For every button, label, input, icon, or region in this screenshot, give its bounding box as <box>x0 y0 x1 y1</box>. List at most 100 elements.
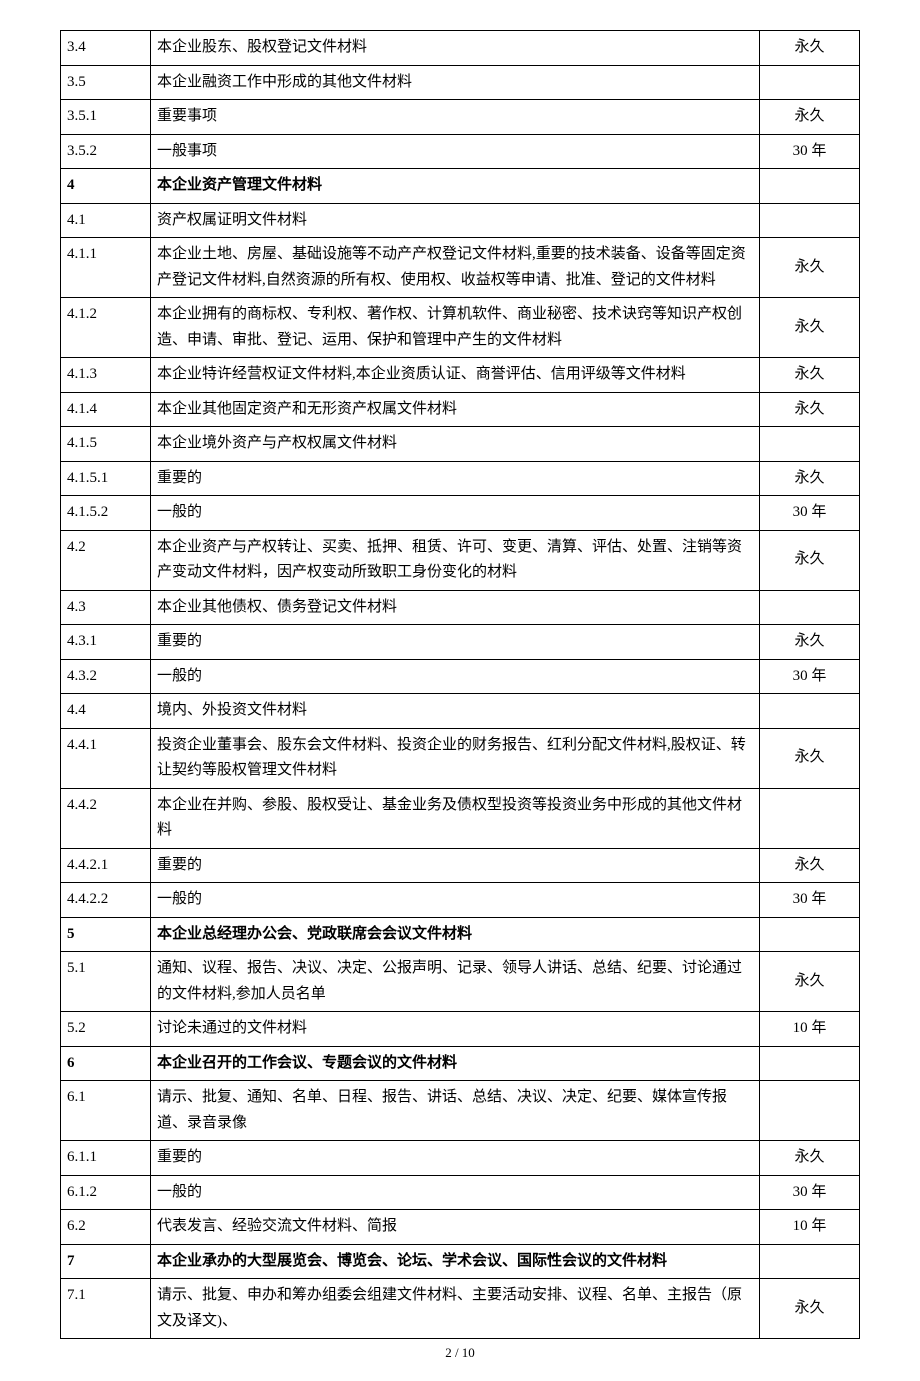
cell-description: 一般的 <box>151 496 760 531</box>
cell-number: 4.1 <box>61 203 151 238</box>
cell-description: 本企业特许经营权证文件材料,本企业资质认证、商誉评估、信用评级等文件材料 <box>151 358 760 393</box>
cell-retention: 永久 <box>760 461 860 496</box>
cell-description: 投资企业董事会、股东会文件材料、投资企业的财务报告、红利分配文件材料,股权证、转… <box>151 728 760 788</box>
cell-number: 4.3.1 <box>61 625 151 660</box>
cell-number: 6.2 <box>61 1210 151 1245</box>
cell-retention <box>760 65 860 100</box>
cell-number: 5.1 <box>61 952 151 1012</box>
table-row: 4.4.1投资企业董事会、股东会文件材料、投资企业的财务报告、红利分配文件材料,… <box>61 728 860 788</box>
cell-retention: 永久 <box>760 100 860 135</box>
cell-number: 3.5.1 <box>61 100 151 135</box>
table-row: 6本企业召开的工作会议、专题会议的文件材料 <box>61 1046 860 1081</box>
cell-description: 本企业融资工作中形成的其他文件材料 <box>151 65 760 100</box>
cell-description: 请示、批复、申办和筹办组委会组建文件材料、主要活动安排、议程、名单、主报告（原文… <box>151 1279 760 1339</box>
cell-retention <box>760 1046 860 1081</box>
table-row: 4.1.5本企业境外资产与产权权属文件材料 <box>61 427 860 462</box>
cell-retention: 永久 <box>760 625 860 660</box>
cell-description: 本企业资产与产权转让、买卖、抵押、租赁、许可、变更、清算、评估、处置、注销等资产… <box>151 530 760 590</box>
cell-number: 6.1 <box>61 1081 151 1141</box>
cell-retention: 30 年 <box>760 1175 860 1210</box>
cell-retention: 永久 <box>760 848 860 883</box>
cell-number: 7 <box>61 1244 151 1279</box>
cell-retention: 永久 <box>760 238 860 298</box>
table-row: 3.5.2一般事项30 年 <box>61 134 860 169</box>
cell-number: 4.4.2.1 <box>61 848 151 883</box>
cell-retention: 10 年 <box>760 1210 860 1245</box>
table-row: 5本企业总经理办公会、党政联席会会议文件材料 <box>61 917 860 952</box>
table-row: 7.1请示、批复、申办和筹办组委会组建文件材料、主要活动安排、议程、名单、主报告… <box>61 1279 860 1339</box>
cell-number: 3.4 <box>61 31 151 66</box>
cell-retention <box>760 203 860 238</box>
cell-description: 代表发言、经验交流文件材料、简报 <box>151 1210 760 1245</box>
cell-number: 4.4.2.2 <box>61 883 151 918</box>
cell-number: 7.1 <box>61 1279 151 1339</box>
cell-description: 一般的 <box>151 659 760 694</box>
cell-number: 4.4 <box>61 694 151 729</box>
cell-description: 本企业承办的大型展览会、博览会、论坛、学术会议、国际性会议的文件材料 <box>151 1244 760 1279</box>
cell-retention <box>760 1081 860 1141</box>
cell-number: 3.5 <box>61 65 151 100</box>
cell-description: 请示、批复、通知、名单、日程、报告、讲话、总结、决议、决定、纪要、媒体宣传报道、… <box>151 1081 760 1141</box>
table-row: 4.1.2本企业拥有的商标权、专利权、著作权、计算机软件、商业秘密、技术诀窍等知… <box>61 298 860 358</box>
cell-retention: 永久 <box>760 952 860 1012</box>
table-row: 4.4.2本企业在并购、参股、股权受让、基金业务及债权型投资等投资业务中形成的其… <box>61 788 860 848</box>
cell-retention <box>760 169 860 204</box>
cell-description: 本企业土地、房屋、基础设施等不动产产权登记文件材料,重要的技术装备、设备等固定资… <box>151 238 760 298</box>
table-row: 6.1.1重要的永久 <box>61 1141 860 1176</box>
cell-description: 重要的 <box>151 625 760 660</box>
cell-number: 4.3.2 <box>61 659 151 694</box>
cell-number: 5 <box>61 917 151 952</box>
table-row: 4.3.2一般的30 年 <box>61 659 860 694</box>
cell-description: 通知、议程、报告、决议、决定、公报声明、记录、领导人讲话、总结、纪要、讨论通过的… <box>151 952 760 1012</box>
table-row: 4.4.2.2一般的30 年 <box>61 883 860 918</box>
table-row: 4.3本企业其他债权、债务登记文件材料 <box>61 590 860 625</box>
cell-description: 重要事项 <box>151 100 760 135</box>
cell-description: 本企业股东、股权登记文件材料 <box>151 31 760 66</box>
cell-retention: 30 年 <box>760 883 860 918</box>
cell-retention: 永久 <box>760 358 860 393</box>
cell-retention <box>760 1244 860 1279</box>
table-row: 5.2讨论未通过的文件材料10 年 <box>61 1012 860 1047</box>
cell-description: 资产权属证明文件材料 <box>151 203 760 238</box>
cell-description: 讨论未通过的文件材料 <box>151 1012 760 1047</box>
cell-description: 重要的 <box>151 461 760 496</box>
cell-number: 6 <box>61 1046 151 1081</box>
cell-description: 本企业总经理办公会、党政联席会会议文件材料 <box>151 917 760 952</box>
cell-description: 境内、外投资文件材料 <box>151 694 760 729</box>
cell-number: 4.4.1 <box>61 728 151 788</box>
cell-retention: 30 年 <box>760 134 860 169</box>
cell-number: 4.1.5 <box>61 427 151 462</box>
cell-description: 本企业在并购、参股、股权受让、基金业务及债权型投资等投资业务中形成的其他文件材料 <box>151 788 760 848</box>
cell-number: 4.1.5.2 <box>61 496 151 531</box>
cell-description: 一般的 <box>151 1175 760 1210</box>
table-row: 4.1.5.2一般的30 年 <box>61 496 860 531</box>
cell-number: 4.1.2 <box>61 298 151 358</box>
cell-retention: 永久 <box>760 728 860 788</box>
table-row: 4.2本企业资产与产权转让、买卖、抵押、租赁、许可、变更、清算、评估、处置、注销… <box>61 530 860 590</box>
cell-description: 重要的 <box>151 848 760 883</box>
cell-retention: 永久 <box>760 298 860 358</box>
cell-number: 4.1.5.1 <box>61 461 151 496</box>
table-row: 4.1资产权属证明文件材料 <box>61 203 860 238</box>
table-row: 4.1.5.1重要的永久 <box>61 461 860 496</box>
table-row: 4.4境内、外投资文件材料 <box>61 694 860 729</box>
cell-number: 4.1.4 <box>61 392 151 427</box>
table-row: 5.1通知、议程、报告、决议、决定、公报声明、记录、领导人讲话、总结、纪要、讨论… <box>61 952 860 1012</box>
cell-retention <box>760 590 860 625</box>
cell-number: 6.1.2 <box>61 1175 151 1210</box>
table-row: 4.3.1重要的永久 <box>61 625 860 660</box>
table-row: 4.1.1本企业土地、房屋、基础设施等不动产产权登记文件材料,重要的技术装备、设… <box>61 238 860 298</box>
table-row: 4.1.4本企业其他固定资产和无形资产权属文件材料永久 <box>61 392 860 427</box>
cell-description: 本企业资产管理文件材料 <box>151 169 760 204</box>
cell-description: 本企业其他债权、债务登记文件材料 <box>151 590 760 625</box>
table-row: 6.1请示、批复、通知、名单、日程、报告、讲话、总结、决议、决定、纪要、媒体宣传… <box>61 1081 860 1141</box>
cell-description: 本企业召开的工作会议、专题会议的文件材料 <box>151 1046 760 1081</box>
table-row: 4本企业资产管理文件材料 <box>61 169 860 204</box>
cell-retention: 30 年 <box>760 496 860 531</box>
table-row: 7本企业承办的大型展览会、博览会、论坛、学术会议、国际性会议的文件材料 <box>61 1244 860 1279</box>
cell-retention: 10 年 <box>760 1012 860 1047</box>
cell-number: 5.2 <box>61 1012 151 1047</box>
table-row: 4.1.3本企业特许经营权证文件材料,本企业资质认证、商誉评估、信用评级等文件材… <box>61 358 860 393</box>
table-row: 6.1.2一般的30 年 <box>61 1175 860 1210</box>
cell-retention <box>760 917 860 952</box>
